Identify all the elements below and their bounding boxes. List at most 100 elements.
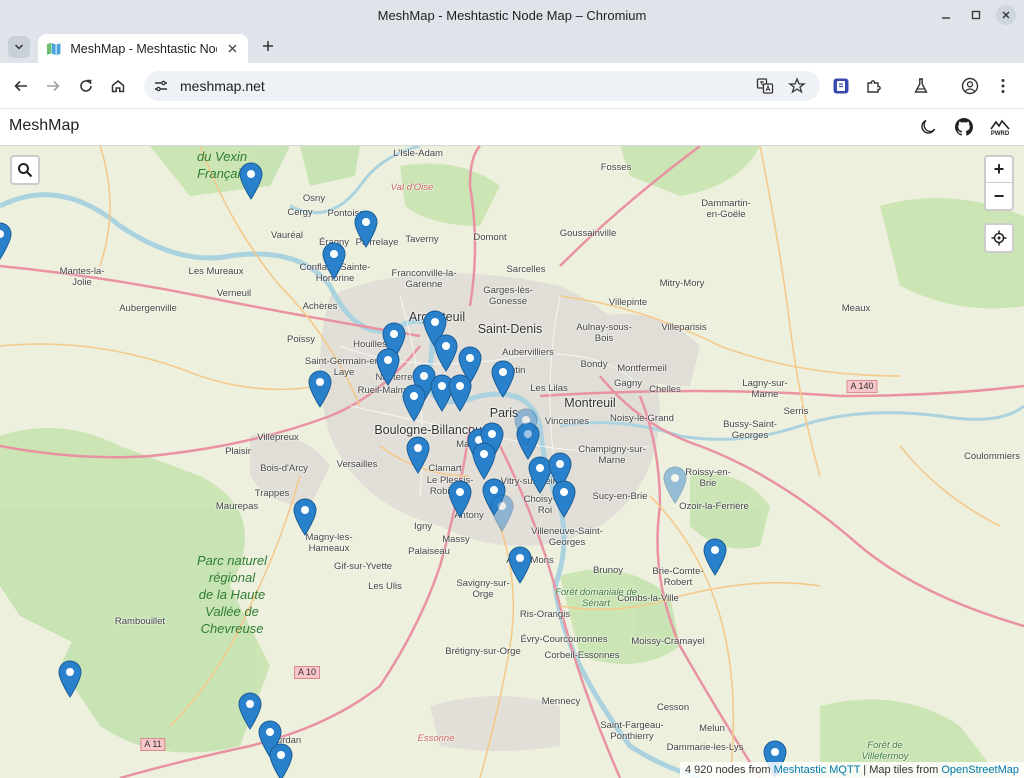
- forward-button[interactable]: [42, 75, 64, 97]
- node-marker-icon[interactable]: [703, 538, 727, 576]
- pwrd-logo: [990, 119, 1010, 130]
- place-label: Ris-Orangis: [519, 609, 571, 620]
- node-marker-icon[interactable]: [406, 436, 430, 474]
- place-label: Bondy: [580, 359, 608, 370]
- dark-mode-toggle[interactable]: [918, 117, 938, 137]
- extensions-menu-button[interactable]: [863, 75, 885, 97]
- place-label: Aulnay-sous-Bois: [576, 322, 632, 344]
- minimize-icon: [942, 17, 950, 19]
- node-marker-icon[interactable]: [491, 360, 515, 398]
- github-link[interactable]: [954, 117, 974, 137]
- place-label: Montreuil: [564, 396, 616, 410]
- place-label: Brétigny-sur-Orge: [445, 646, 521, 657]
- place-label: Lagny-sur-Marne: [742, 378, 788, 400]
- window-title: MeshMap - Meshtastic Node Map – Chromium: [377, 7, 647, 23]
- node-marker-icon[interactable]: [448, 480, 472, 518]
- zoom-out-button[interactable]: −: [986, 183, 1012, 209]
- bookmark-button[interactable]: [788, 77, 806, 100]
- url-text[interactable]: meshmap.net: [180, 78, 265, 94]
- tab-search-button[interactable]: [8, 36, 30, 58]
- place-label: Forêt de Villefermoy: [861, 740, 909, 762]
- node-marker-icon[interactable]: [434, 334, 458, 372]
- puzzle-icon: [867, 80, 881, 93]
- node-marker-icon[interactable]: [322, 242, 346, 280]
- locate-button[interactable]: [986, 225, 1012, 251]
- node-marker-icon[interactable]: [402, 384, 426, 422]
- node-marker-icon[interactable]: [376, 348, 400, 386]
- app-brand[interactable]: MeshMap: [9, 117, 79, 135]
- home-button[interactable]: [107, 75, 129, 97]
- node-marker-icon[interactable]: [514, 408, 538, 446]
- node-marker-icon[interactable]: [508, 546, 532, 584]
- place-label: Mitry-Mory: [659, 278, 705, 289]
- park-label: Parc naturel: [196, 553, 268, 568]
- map-search-control[interactable]: [10, 155, 40, 185]
- node-marker-icon[interactable]: [663, 466, 687, 504]
- node-marker-icon[interactable]: [239, 162, 263, 200]
- zoom-in-button[interactable]: +: [986, 157, 1012, 183]
- translate-button[interactable]: [756, 77, 774, 100]
- pwrd-link[interactable]: PWRD: [988, 115, 1012, 141]
- place-label: Champigny-sur-Marne: [578, 444, 646, 466]
- place-label: Achères: [302, 301, 338, 312]
- profile-button[interactable]: [959, 75, 981, 97]
- map-search-button[interactable]: [12, 157, 38, 183]
- maximize-icon: [971, 10, 981, 20]
- place-label: L'Isle-Adam: [393, 148, 443, 159]
- node-marker-icon[interactable]: [448, 374, 472, 412]
- tab-close-button[interactable]: [225, 41, 240, 56]
- road-shield: A 140: [846, 380, 878, 393]
- close-window-button[interactable]: [996, 5, 1016, 25]
- node-marker-icon[interactable]: [552, 480, 576, 518]
- node-marker-icon[interactable]: [354, 210, 378, 248]
- search-icon: [18, 163, 33, 178]
- place-label: Gagny: [614, 378, 642, 389]
- place-label: Goussainville: [559, 228, 617, 239]
- place-label: Melun: [699, 723, 725, 734]
- tab-meshmap[interactable]: MeshMap - Meshtastic Node Map: [38, 34, 248, 63]
- node-marker-icon[interactable]: [472, 442, 496, 480]
- place-label: Poissy: [287, 334, 315, 345]
- place-label: Roissy-en-Brie: [685, 467, 731, 489]
- node-marker-icon[interactable]: [269, 743, 293, 778]
- back-button[interactable]: [10, 75, 32, 97]
- node-marker-icon[interactable]: [490, 494, 514, 532]
- place-label: Coulommiers: [964, 451, 1020, 462]
- place-label: Essonne: [417, 733, 455, 744]
- labs-button[interactable]: [910, 75, 932, 97]
- zoom-control: + −: [984, 155, 1014, 211]
- place-label: Les Mureaux: [188, 266, 244, 277]
- place-label: Mennecy: [541, 696, 581, 707]
- close-icon: [1002, 11, 1010, 19]
- address-bar[interactable]: meshmap.net: [144, 71, 820, 101]
- extension-button[interactable]: [830, 75, 852, 97]
- place-label: Vincennes: [544, 416, 590, 427]
- map-view[interactable]: L'Isle-Adam Fosses du Vexin Français Osn…: [0, 146, 1024, 778]
- place-label: Chelles: [649, 384, 681, 395]
- place-label: Osny: [302, 193, 326, 204]
- place-label: Saint-Fargeau-Ponthierry: [600, 720, 664, 742]
- window-titlebar: MeshMap - Meshtastic Node Map – Chromium: [0, 0, 1024, 30]
- site-info-button[interactable]: [152, 77, 170, 95]
- reload-button[interactable]: [75, 75, 97, 97]
- map-favicon-icon: [46, 42, 61, 55]
- locate-control: [984, 223, 1014, 253]
- road-shield: A 11: [140, 738, 166, 751]
- node-marker-icon[interactable]: [58, 660, 82, 698]
- locate-icon: [991, 230, 1007, 246]
- node-marker-icon[interactable]: [308, 370, 332, 408]
- openstreetmap-link[interactable]: OpenStreetMap: [941, 764, 1019, 776]
- map-tiles: [0, 146, 1024, 778]
- park-label: régional: [208, 570, 256, 585]
- minimize-button[interactable]: [936, 5, 956, 25]
- meshtastic-mqtt-link[interactable]: Meshtastic MQTT: [774, 764, 861, 776]
- new-tab-button[interactable]: [258, 37, 278, 55]
- browser-menu-button[interactable]: [992, 75, 1014, 97]
- place-label: Corbeil-Essonnes: [544, 650, 620, 661]
- maximize-button[interactable]: [966, 5, 986, 25]
- place-label: Fosses: [600, 162, 632, 173]
- moon-icon: [921, 119, 936, 134]
- node-marker-icon[interactable]: [0, 222, 12, 260]
- arrow-left-icon: [14, 80, 27, 92]
- node-marker-icon[interactable]: [293, 498, 317, 536]
